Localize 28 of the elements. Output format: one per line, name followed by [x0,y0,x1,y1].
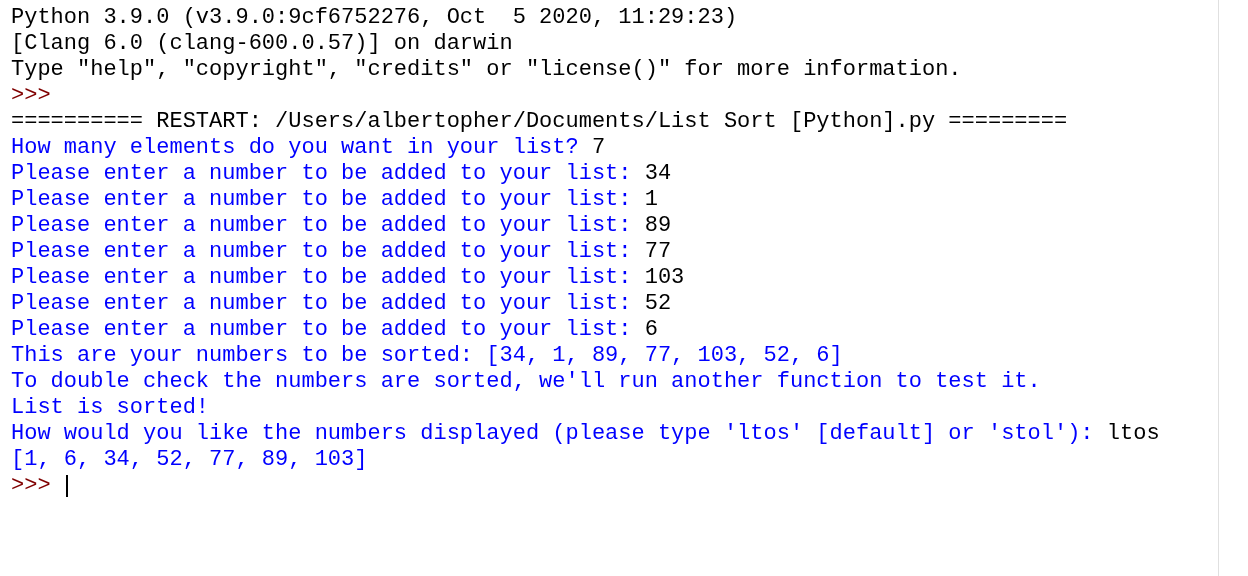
output-text: Please enter a number to be added to your list: [11,291,633,317]
output-text: How many elements do you want in your list? [11,135,580,161]
output-text: Python 3.9.0 (v3.9.0:9cf6752276, Oct 5 2020, 11:29:23) [11,5,738,31]
output-text: Type "help", "copyright", "credits" or "license()" for more information. [11,57,962,83]
shell-prompt: >>> [11,83,51,109]
output-text: List is sorted! [11,395,210,421]
output-text: [Clang 6.0 (clang-600.0.57)] on darwin [11,31,513,57]
output-text: Please enter a number to be added to your list: [11,161,633,187]
input-text: 7 [591,135,606,161]
input-text: 52 [644,291,672,317]
output-text: Please enter a number to be added to your list: [11,265,633,291]
input-text: 34 [644,161,672,187]
shell-prompt: >>> [11,473,51,499]
input-text: 89 [644,213,672,239]
output-text: Please enter a number to be added to your list: [11,239,633,265]
output-text: Please enter a number to be added to your list: [11,213,633,239]
output-text: This are your numbers to be sorted: [34, 1, 89, 77, 103, 52, 6] [11,343,843,369]
input-text: 6 [644,317,658,343]
output-text: Please enter a number to be added to your list: [11,187,633,213]
output-text: ========== RESTART: /Users/albertopher/Documents/List Sort [Python].py ========= [11,109,1068,135]
output-text: Please enter a number to be added to your list: [11,317,633,343]
input-text: ltos [1106,421,1160,447]
output-text: [1, 6, 34, 52, 77, 89, 103] [11,447,368,473]
output-text: How would you like the numbers displayed (please type 'ltos' [default] or 'stol'): [11,421,1095,447]
input-text: 103 [644,265,685,291]
input-text: 77 [644,239,672,265]
input-text: 1 [644,187,658,213]
output-text: To double check the numbers are sorted, we'll run another function to test it. [11,369,1041,395]
